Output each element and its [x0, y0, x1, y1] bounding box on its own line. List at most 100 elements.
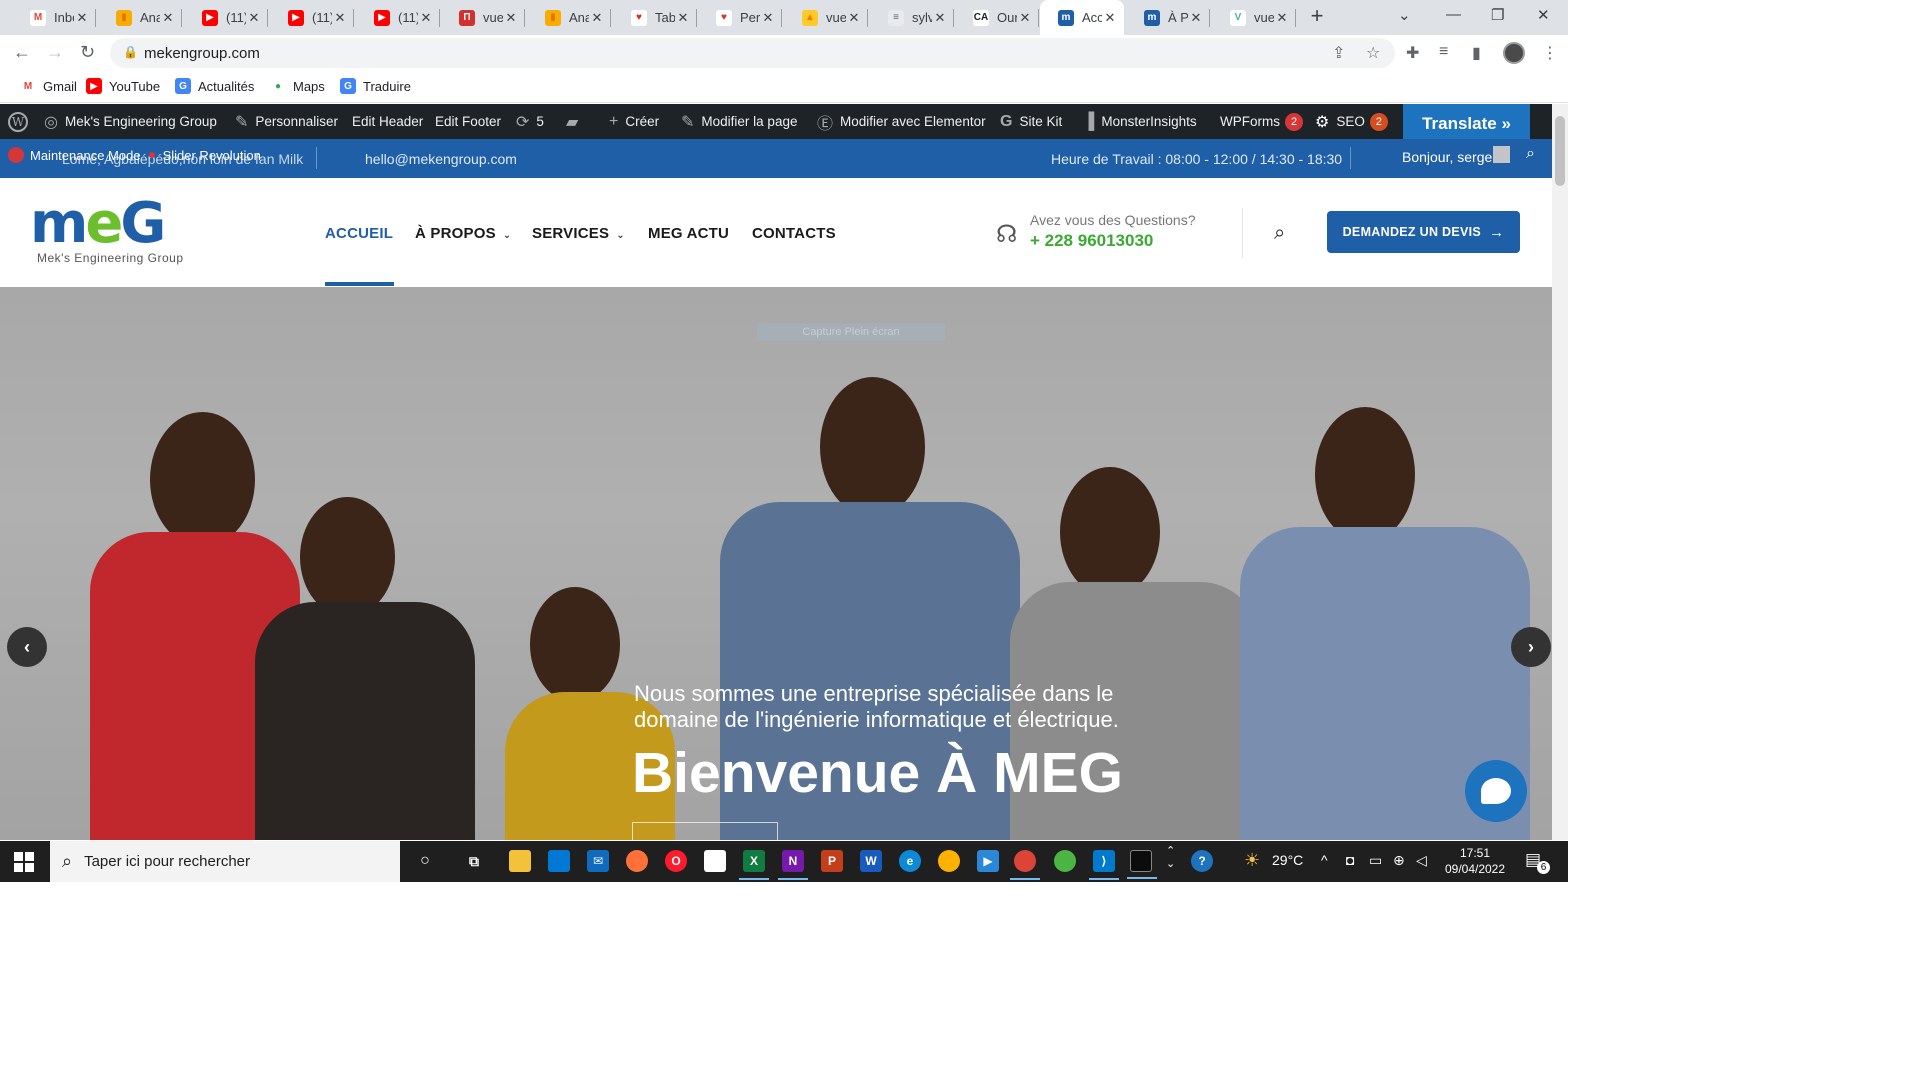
bookmark-maps[interactable]: ● Maps — [270, 78, 325, 94]
tab-search-icon[interactable]: ⌄ — [1398, 6, 1411, 24]
chrome-icon[interactable] — [1010, 850, 1040, 880]
bookmark-gmail[interactable]: M Gmail — [20, 78, 77, 94]
browser-tab[interactable]: m Acc ✕ — [1040, 0, 1124, 35]
tab-close-icon[interactable]: ✕ — [74, 10, 90, 26]
user-avatar-icon[interactable] — [1493, 146, 1510, 163]
vscode-icon[interactable]: ⟩ — [1089, 850, 1119, 880]
maintenance-mode-link[interactable]: Maintenance Mode — [30, 148, 141, 163]
browser-tab[interactable]: CA Our ✕ — [955, 0, 1039, 35]
media-app-icon[interactable]: ▶ — [977, 850, 999, 872]
menu-kebab-icon[interactable]: ⋮ — [1542, 43, 1558, 63]
back-arrow-icon[interactable]: ← — [13, 42, 31, 63]
wp-edit-header[interactable]: Edit Header — [352, 104, 423, 139]
slider-revolution-link[interactable]: Slider Revolution — [163, 148, 261, 163]
taskbar-search[interactable]: ⌕ Taper ici pour rechercher — [50, 841, 400, 882]
tab-close-icon[interactable]: ✕ — [675, 10, 691, 26]
help-icon[interactable]: ? — [1191, 850, 1213, 872]
tab-close-icon[interactable]: ✕ — [589, 10, 605, 26]
browser-tab[interactable]: ▶ (11) ✕ — [184, 0, 268, 35]
page-scrollbar[interactable] — [1552, 104, 1568, 840]
onenote-icon[interactable]: N — [778, 850, 808, 880]
edge-icon[interactable]: e — [899, 850, 921, 872]
wp-site-name[interactable]: ◎ Mek's Engineering Group — [44, 104, 217, 139]
share-icon[interactable]: ⇪ — [1332, 43, 1345, 63]
wp-customize[interactable]: ✎ Personnaliser — [235, 104, 338, 139]
slider-next-arrow[interactable]: › — [1511, 627, 1551, 667]
word-icon[interactable]: W — [860, 850, 882, 872]
mail-icon[interactable]: ✉ — [587, 850, 609, 872]
wp-monsterinsights[interactable]: ▐ MonsterInsights — [1083, 104, 1197, 139]
wp-edit-footer[interactable]: Edit Footer — [435, 104, 501, 139]
cortana-icon[interactable]: ○ — [414, 850, 436, 872]
app-icon[interactable] — [938, 850, 960, 872]
tab-close-icon[interactable]: ✕ — [1017, 10, 1033, 26]
tab-close-icon[interactable]: ✕ — [760, 10, 776, 26]
slider-prev-arrow[interactable]: ‹ — [7, 627, 47, 667]
side-panel-icon[interactable]: ▮ — [1472, 43, 1481, 63]
media-queue-icon[interactable]: ≡ — [1439, 43, 1448, 61]
browser-tab[interactable]: ≡ sylv ✕ — [870, 0, 954, 35]
browser-tab[interactable]: ▮ Ana ✕ — [527, 0, 611, 35]
tab-close-icon[interactable]: ✕ — [160, 10, 176, 26]
network-icon[interactable]: ⊕ — [1393, 852, 1405, 869]
opera-icon[interactable]: O — [665, 850, 687, 872]
wp-new-content[interactable]: + Créer — [609, 104, 659, 139]
hero-button[interactable] — [632, 822, 778, 840]
wp-seo[interactable]: ⚙ SEO 2 — [1315, 104, 1388, 139]
browser-tab[interactable]: M Inbo✕ — [12, 0, 96, 35]
tray-overflow-icon[interactable]: ^ — [1321, 852, 1328, 868]
wp-updates[interactable]: ⟳ 5 — [516, 104, 544, 139]
site-logo[interactable]: meG Mek's Engineering Group — [30, 196, 190, 266]
new-tab-button[interactable]: + — [1306, 5, 1328, 29]
admin-search-icon[interactable]: ⌕ — [1526, 145, 1535, 163]
tab-close-icon[interactable]: ✕ — [332, 10, 348, 26]
bookmark-youtube[interactable]: ▶ YouTube — [86, 78, 160, 94]
capture-overlay-label[interactable]: Capture Plein écran — [757, 323, 945, 341]
camera-icon[interactable]: ◘ — [1346, 852, 1354, 868]
reload-icon[interactable]: ↻ — [80, 42, 95, 63]
browser-tab[interactable]: m À P ✕ — [1126, 0, 1210, 35]
torrent-icon[interactable] — [1054, 850, 1076, 872]
tab-close-icon[interactable]: ✕ — [1188, 10, 1204, 26]
browser-tab[interactable]: ♥ Tabl✕ — [613, 0, 697, 35]
browser-tab[interactable]: Vvue ✕ — [1212, 0, 1296, 35]
close-window-button[interactable]: ✕ — [1537, 6, 1550, 24]
nav-contacts[interactable]: CONTACTS — [752, 225, 836, 242]
nav-accueil[interactable]: ACCUEIL — [325, 225, 393, 242]
address-bar[interactable]: 🔒 mekengroup.com ⇪ ☆ — [110, 38, 1395, 68]
tab-close-icon[interactable]: ✕ — [846, 10, 862, 26]
scrollbar-thumb[interactable] — [1555, 116, 1565, 186]
contact-phone[interactable]: + 228 96013030 — [1030, 231, 1153, 251]
tab-close-icon[interactable]: ✕ — [932, 10, 948, 26]
wp-wpforms[interactable]: WPForms 2 — [1220, 104, 1303, 139]
powerpoint-icon[interactable]: P — [821, 850, 843, 872]
browser-tab[interactable]: ▶ (11) ✕ — [356, 0, 440, 35]
lock-icon[interactable]: 🔒 — [123, 45, 138, 59]
wp-site-kit[interactable]: G Site Kit — [1000, 104, 1062, 139]
topbar-email[interactable]: hello@mekengroup.com — [365, 151, 517, 167]
weather-icon[interactable]: ☀ — [1244, 850, 1260, 871]
wp-elementor[interactable]: Ⓔ Modifier avec Elementor — [817, 104, 986, 139]
profile-avatar[interactable] — [1503, 42, 1525, 64]
terminal-icon[interactable] — [1127, 850, 1157, 879]
windows-start-icon[interactable] — [14, 852, 34, 872]
tab-close-icon[interactable]: ✕ — [503, 10, 519, 26]
file-explorer-icon[interactable] — [509, 850, 531, 872]
tab-close-icon[interactable]: ✕ — [1274, 10, 1290, 26]
browser-tab[interactable]: ♥ Pers✕ — [698, 0, 782, 35]
nav-services[interactable]: SERVICES ⌄ — [532, 225, 625, 242]
task-view-icon[interactable]: ⧉ — [463, 850, 485, 872]
tab-close-icon[interactable]: ✕ — [1102, 10, 1118, 26]
extensions-icon[interactable]: ✚ — [1406, 43, 1419, 63]
scroll-chevrons-icon[interactable]: ⌃ ⌄ — [1166, 845, 1175, 871]
bookmark-star-icon[interactable]: ☆ — [1366, 43, 1380, 63]
wordpress-logo-icon[interactable]: W — [8, 104, 28, 139]
forward-arrow-icon[interactable]: → — [46, 42, 64, 63]
translate-button[interactable]: Translate » — [1403, 104, 1530, 143]
volume-icon[interactable]: ◁ — [1416, 852, 1427, 869]
browser-tab[interactable]: ▮ Ana ✕ — [98, 0, 182, 35]
wp-comments[interactable]: ▰ — [566, 104, 585, 139]
minimize-button[interactable]: — — [1446, 6, 1461, 23]
search-icon[interactable]: ⌕ — [1274, 222, 1285, 245]
bookmark-actualités[interactable]: G Actualités — [175, 78, 254, 94]
